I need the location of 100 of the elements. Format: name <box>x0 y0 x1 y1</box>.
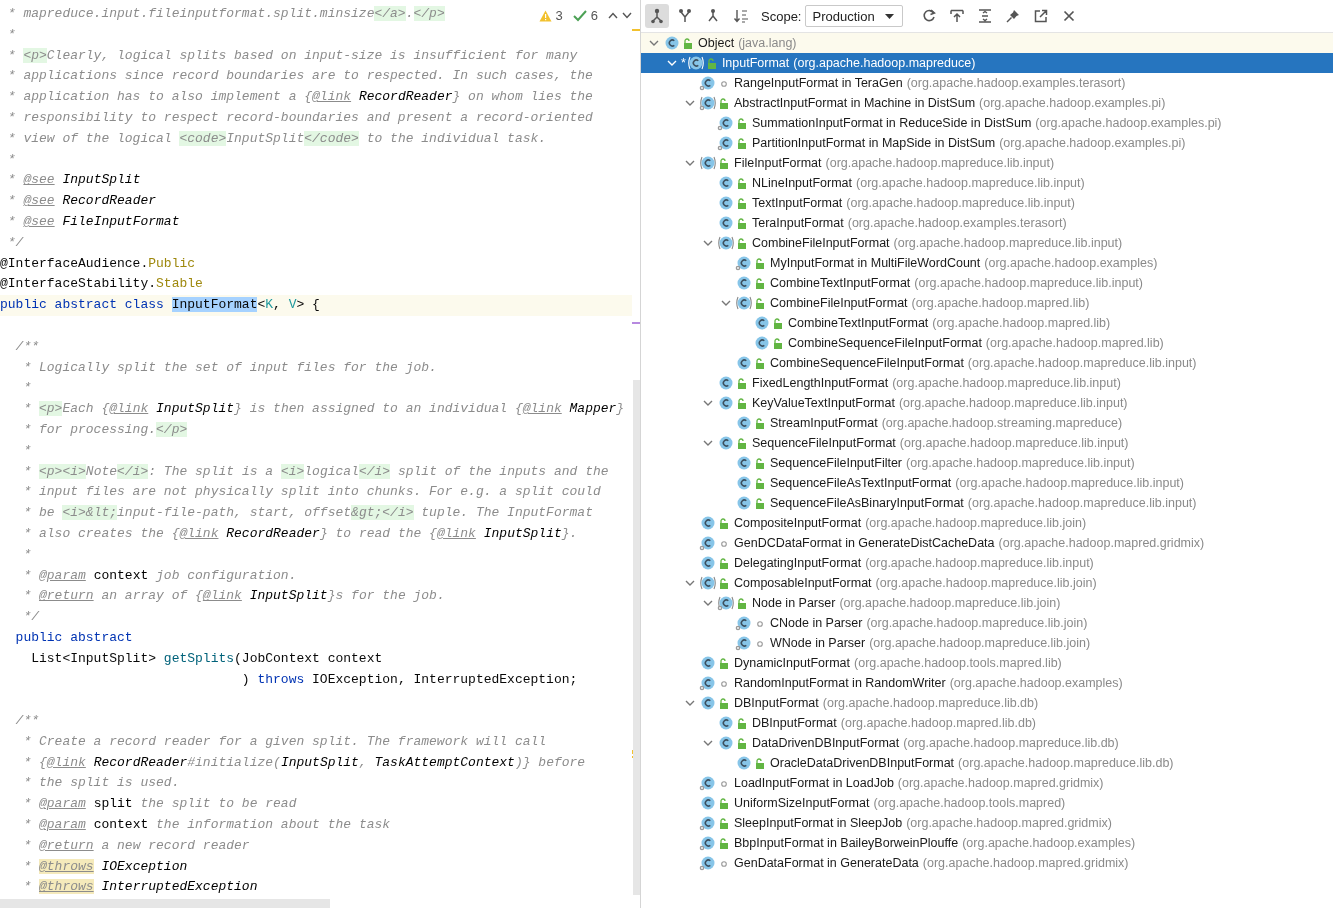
code-line: * application has to also implement a {@link RecordReader} on whom lies the <box>6 88 594 107</box>
code-line: * <box>6 150 17 169</box>
package-name: (org.apache.hadoop.mapreduce.lib.input) <box>906 456 1135 470</box>
tree-row[interactable]: ComposableInputFormat (org.apache.hadoop.mapreduce.lib.join) <box>641 573 1333 593</box>
class-name: SummationInputFormat in ReduceSide in DistSum <box>752 116 1032 130</box>
package-name: (org.apache.hadoop.mapred.gridmix) <box>906 816 1112 830</box>
tree-row[interactable]: NLineInputFormat (org.apache.hadoop.mapreduce.lib.input) <box>641 173 1333 193</box>
chevron-icon[interactable] <box>703 598 713 608</box>
tree-row[interactable]: SequenceFileInputFormat (org.apache.hadoop.mapreduce.lib.input) <box>641 433 1333 453</box>
code-line: * @return an array of {@link InputSplit}s for the job. <box>22 587 446 606</box>
refresh-icon <box>921 9 936 23</box>
tree-row[interactable]: DBInputFormat (org.apache.hadoop.mapreduce.lib.db) <box>641 693 1333 713</box>
package-name: (org.apache.hadoop.mapreduce.lib.input) <box>899 436 1129 450</box>
tree-row[interactable]: FixedLengthInputFormat (org.apache.hadoop.mapreduce.lib.input) <box>641 373 1333 393</box>
tree-row[interactable]: SequenceFileAsBinaryInputFormat (org.apache.hadoop.mapreduce.lib.input) <box>641 493 1333 513</box>
code-line: * @see FileInputFormat <box>6 212 181 231</box>
tree-row[interactable]: GenDataFormat in GenerateData (org.apache.hadoop.mapred.gridmix) <box>641 853 1333 873</box>
tree-row[interactable]: LoadInputFormat in LoadJob (org.apache.hadoop.mapred.gridmix) <box>641 773 1333 793</box>
package-name: (org.apache.hadoop.examples.pi) <box>1035 116 1222 130</box>
code-line: * <p>Clearly, logical splits based on input-size is insufficient for many <box>6 46 579 65</box>
tree-row[interactable]: StreamInputFormat (org.apache.hadoop.streaming.mapreduce) <box>641 413 1333 433</box>
package-name: (org.apache.hadoop.mapreduce.lib.join) <box>866 616 1088 630</box>
package-name: (org.apache.hadoop.mapreduce.lib.input) <box>892 376 1121 390</box>
tree-row[interactable]: DelegatingInputFormat (org.apache.hadoop.mapreduce.lib.input) <box>641 553 1333 573</box>
tree-row[interactable]: OracleDataDrivenDBInputFormat (org.apache.hadoop.mapreduce.lib.db) <box>641 753 1333 773</box>
tree-row[interactable]: KeyValueTextInputFormat (org.apache.hadoop.mapreduce.lib.input) <box>641 393 1333 413</box>
pin-icon <box>1005 9 1020 23</box>
tree-row[interactable]: CompositeInputFormat (org.apache.hadoop.mapreduce.lib.join) <box>641 513 1333 533</box>
code-line: * @param context the information about the task <box>22 816 392 835</box>
tree-row[interactable]: CombineSequenceFileInputFormat (org.apache.hadoop.mapred.lib) <box>641 333 1333 353</box>
tree-row[interactable]: CombineTextInputFormat (org.apache.hadoop.mapred.lib) <box>641 313 1333 333</box>
check-count: 6 <box>590 8 598 23</box>
tree-row[interactable]: SummationInputFormat in ReduceSide in DistSum (org.apache.hadoop.examples.pi) <box>641 113 1333 133</box>
code-line: * @return a new record reader <box>22 836 251 855</box>
chevron-icon[interactable] <box>703 238 713 248</box>
tree-row[interactable]: DynamicInputFormat (org.apache.hadoop.tools.mapred.lib) <box>641 653 1333 673</box>
tree-row[interactable]: SequenceFileInputFilter (org.apache.hadoop.mapreduce.lib.input) <box>641 453 1333 473</box>
package-name: (java.lang) <box>738 36 797 50</box>
tree-row[interactable]: RandomInputFormat in RandomWriter (org.apache.hadoop.examples) <box>641 673 1333 693</box>
tree-row[interactable]: SequenceFileAsTextInputFormat (org.apache.hadoop.mapreduce.lib.input) <box>641 473 1333 493</box>
class-name: FileInputFormat <box>734 156 822 170</box>
tree-row[interactable]: BbpInputFormat in BaileyBorweinPlouffe (org.apache.hadoop.examples) <box>641 833 1333 853</box>
chevron-icon[interactable] <box>703 438 713 448</box>
chevron-icon[interactable] <box>667 58 677 68</box>
chevron-icon[interactable] <box>649 38 659 48</box>
tree-row[interactable]: Object (java.lang) <box>641 33 1333 53</box>
scope-dropdown[interactable]: Production <box>805 5 903 27</box>
class-name: GenDataFormat in GenerateData <box>734 856 919 870</box>
tree-row[interactable]: * InputFormat (org.apache.hadoop.mapreduce) <box>641 53 1333 73</box>
tree-row[interactable]: SleepInputFormat in SleepJob (org.apache.hadoop.mapred.gridmix) <box>641 813 1333 833</box>
tree-row[interactable]: TextInputFormat (org.apache.hadoop.mapreduce.lib.input) <box>641 193 1333 213</box>
tree-row[interactable]: MyInputFormat in MultiFileWordCount (org.apache.hadoop.examples) <box>641 253 1333 273</box>
code-line: * view of the logical <code>InputSplit</code> to the individual task. <box>6 129 548 148</box>
sort-icon <box>733 8 749 24</box>
hierarchy-button[interactable] <box>645 4 669 28</box>
chevron-icon[interactable] <box>685 578 695 588</box>
tree-row[interactable]: CombineFileInputFormat (org.apache.hadoop.mapred.lib) <box>641 293 1333 313</box>
check-icon[interactable] <box>572 9 587 22</box>
class-name: UniformSizeInputFormat <box>734 796 870 810</box>
tree-row[interactable]: TeraInputFormat (org.apache.hadoop.examples.terasort) <box>641 213 1333 233</box>
package-name: (org.apache.hadoop.mapreduce.lib.input) <box>856 176 1085 190</box>
code-line: @InterfaceAudience.Public <box>0 254 197 273</box>
class-name: WNode in Parser <box>770 636 866 650</box>
tree-row[interactable]: PartitionInputFormat in MapSide in DistSum (org.apache.hadoop.examples.pi) <box>641 133 1333 153</box>
chevron-icon[interactable] <box>685 698 695 708</box>
tree-row[interactable]: CNode in Parser (org.apache.hadoop.mapreduce.lib.join) <box>641 613 1333 633</box>
tree-row[interactable]: WNode in Parser (org.apache.hadoop.mapreduce.lib.join) <box>641 633 1333 653</box>
code-line: public abstract <box>14 628 134 647</box>
package-name: (org.apache.hadoop.mapreduce.lib.input) <box>893 236 1123 250</box>
code-line: * @see InputSplit <box>6 171 142 190</box>
code-line: * for processing.</p> <box>22 420 189 439</box>
chevron-up-icon[interactable] <box>608 12 618 19</box>
tree-row[interactable]: DBInputFormat (org.apache.hadoop.mapred.lib.db) <box>641 713 1333 733</box>
tree-row[interactable]: GenDCDataFormat in GenerateDistCacheData (org.apache.hadoop.mapred.gridmix) <box>641 533 1333 553</box>
tree-row[interactable]: CombineTextInputFormat (org.apache.hadoop.mapreduce.lib.input) <box>641 273 1333 293</box>
scrollbar[interactable] <box>0 899 330 908</box>
tree-row[interactable]: UniformSizeInputFormat (org.apache.hadoop.tools.mapred) <box>641 793 1333 813</box>
modified-marker: * <box>681 56 686 70</box>
package-name: (org.apache.hadoop.mapreduce.lib.db) <box>958 756 1174 770</box>
chevron-icon[interactable] <box>685 158 695 168</box>
tree-row[interactable]: RangeInputFormat in TeraGen (org.apache.hadoop.examples.terasort) <box>641 73 1333 93</box>
tree-row[interactable]: CombineFileInputFormat (org.apache.hadoop.mapreduce.lib.input) <box>641 233 1333 253</box>
package-name: (org.apache.hadoop.mapred.lib) <box>911 296 1090 310</box>
code-line: * Logically split the set of input files for the job. <box>22 358 438 377</box>
tree-row[interactable]: AbstractInputFormat in Machine in DistSum (org.apache.hadoop.examples.pi) <box>641 93 1333 113</box>
tree-row[interactable]: FileInputFormat (org.apache.hadoop.mapreduce.lib.input) <box>641 153 1333 173</box>
tree-row[interactable]: CombineSequenceFileInputFormat (org.apache.hadoop.mapreduce.lib.input) <box>641 353 1333 373</box>
package-name: (org.apache.hadoop.mapreduce.lib.input) <box>914 276 1143 290</box>
chevron-icon[interactable] <box>685 98 695 108</box>
chevron-icon[interactable] <box>721 298 731 308</box>
code-line: ) throws IOException, InterruptedException; <box>240 670 579 689</box>
chevron-down-icon[interactable] <box>622 12 632 19</box>
tree-row[interactable]: Node in Parser (org.apache.hadoop.mapreduce.lib.join) <box>641 593 1333 613</box>
package-name: (org.apache.hadoop.mapreduce.lib.join) <box>865 516 1087 530</box>
scrollbar[interactable] <box>633 380 640 895</box>
class-name: KeyValueTextInputFormat <box>752 396 895 410</box>
tree-row[interactable]: DataDrivenDBInputFormat (org.apache.hadoop.mapreduce.lib.db) <box>641 733 1333 753</box>
close-icon <box>1062 10 1075 22</box>
chevron-icon[interactable] <box>703 738 713 748</box>
chevron-icon[interactable] <box>703 398 713 408</box>
